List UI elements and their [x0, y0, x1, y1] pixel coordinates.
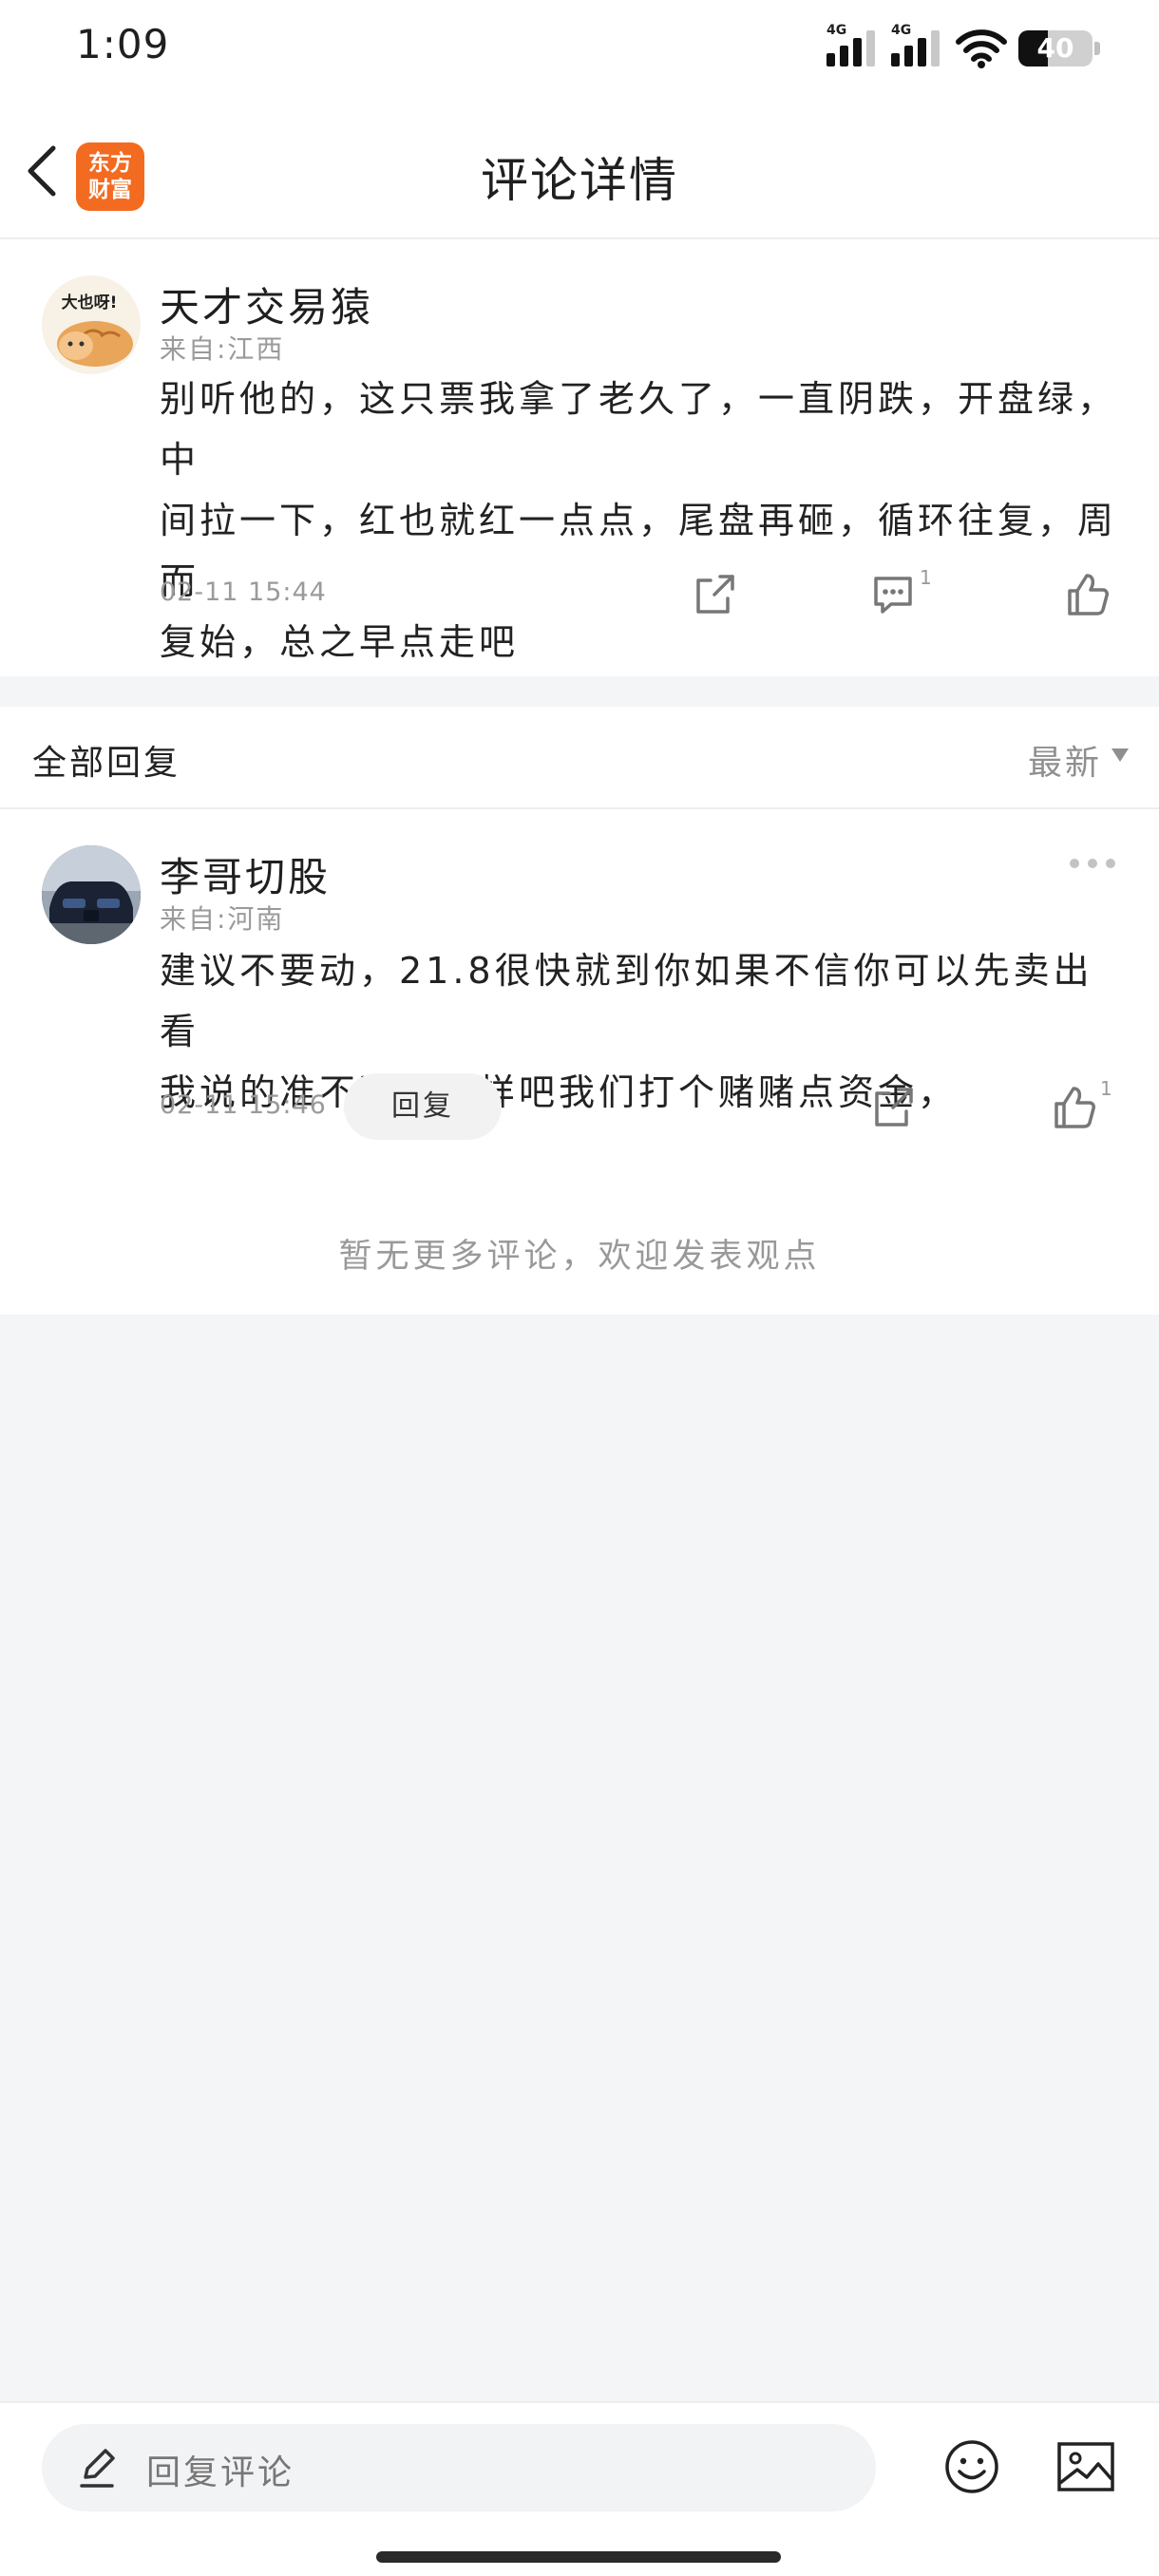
share-icon[interactable]: [692, 572, 737, 617]
like-count: 1: [1100, 1077, 1112, 1100]
home-indicator[interactable]: [376, 2551, 781, 2563]
comment-detail-screen: 1:09 4G 4G 40 东方 财富 评论详情 大也呀! 天才交易猿 来自:江…: [0, 0, 1159, 2576]
user-location: 来自:河南: [160, 903, 285, 935]
battery-tip: [1094, 42, 1100, 55]
comment-count: 1: [920, 566, 932, 589]
cellular-signal-icon-2: 4G: [891, 23, 952, 66]
reply-button[interactable]: 回复: [344, 1073, 502, 1140]
page-title: 评论详情: [481, 153, 678, 208]
reply-timestamp: 02-11 15:46: [160, 1090, 327, 1120]
svg-text:大也呀!: 大也呀!: [62, 293, 118, 313]
reply-list: 李哥切股 来自:河南 建议不要动，21.8很快就到你如果不信你可以先卖出看 我说…: [0, 809, 1159, 1315]
cellular-signal-icon: 4G: [826, 23, 887, 66]
username[interactable]: 天才交易猿: [160, 275, 373, 333]
image-icon[interactable]: [1056, 2441, 1115, 2492]
avatar[interactable]: [42, 845, 141, 944]
wifi-icon: [956, 29, 1007, 68]
main-comment: 大也呀! 天才交易猿 来自:江西 别听他的，这只票我拿了老久了，一直阴跌，开盘绿…: [0, 239, 1159, 676]
replies-title: 全部回复: [32, 744, 181, 783]
emoji-icon[interactable]: [944, 2439, 999, 2494]
caret-down-icon[interactable]: [1112, 748, 1129, 762]
reply-line: 建议不要动，21.8很快就到你如果不信你可以先卖出看: [160, 950, 1093, 1052]
comment-body: 别听他的，这只票我拿了老久了，一直阴跌，开盘绿，中 间拉一下，红也就红一点点，尾…: [160, 369, 1119, 672]
car-avatar-icon: [42, 845, 141, 944]
like-icon[interactable]: [1051, 1085, 1096, 1130]
battery-icon: 40: [1018, 30, 1092, 66]
no-more-comments: 暂无更多评论，欢迎发表观点: [338, 1238, 821, 1276]
comment-bubble-icon[interactable]: [870, 572, 916, 617]
share-icon[interactable]: [870, 1085, 916, 1130]
bottom-bar: 回复评论: [0, 2401, 1159, 2576]
cat-avatar-icon: 大也呀!: [57, 293, 133, 367]
like-icon[interactable]: [1064, 572, 1110, 617]
reply-input-placeholder: 回复评论: [146, 2453, 295, 2492]
more-options-icon[interactable]: [1070, 859, 1115, 870]
comment-line: 别听他的，这只票我拿了老久了，一直阴跌，开盘绿，中: [160, 378, 1118, 481]
battery-percent: 40: [1036, 32, 1074, 64]
reply-input[interactable]: 回复评论: [42, 2424, 876, 2511]
username[interactable]: 李哥切股: [160, 845, 331, 903]
pencil-icon: [80, 2449, 115, 2488]
avatar[interactable]: 大也呀!: [42, 275, 141, 374]
status-time: 1:09: [76, 21, 170, 67]
comment-timestamp: 02-11 15:44: [160, 578, 327, 607]
replies-header: 全部回复 最新: [0, 707, 1159, 809]
comment-line: 复始，总之早点走吧: [160, 621, 520, 663]
sort-dropdown[interactable]: 最新: [1028, 735, 1102, 785]
top-nav: 东方 财富 评论详情: [0, 99, 1159, 239]
status-bar: 1:09 4G 4G 40: [0, 0, 1159, 99]
user-location: 来自:江西: [160, 333, 285, 365]
